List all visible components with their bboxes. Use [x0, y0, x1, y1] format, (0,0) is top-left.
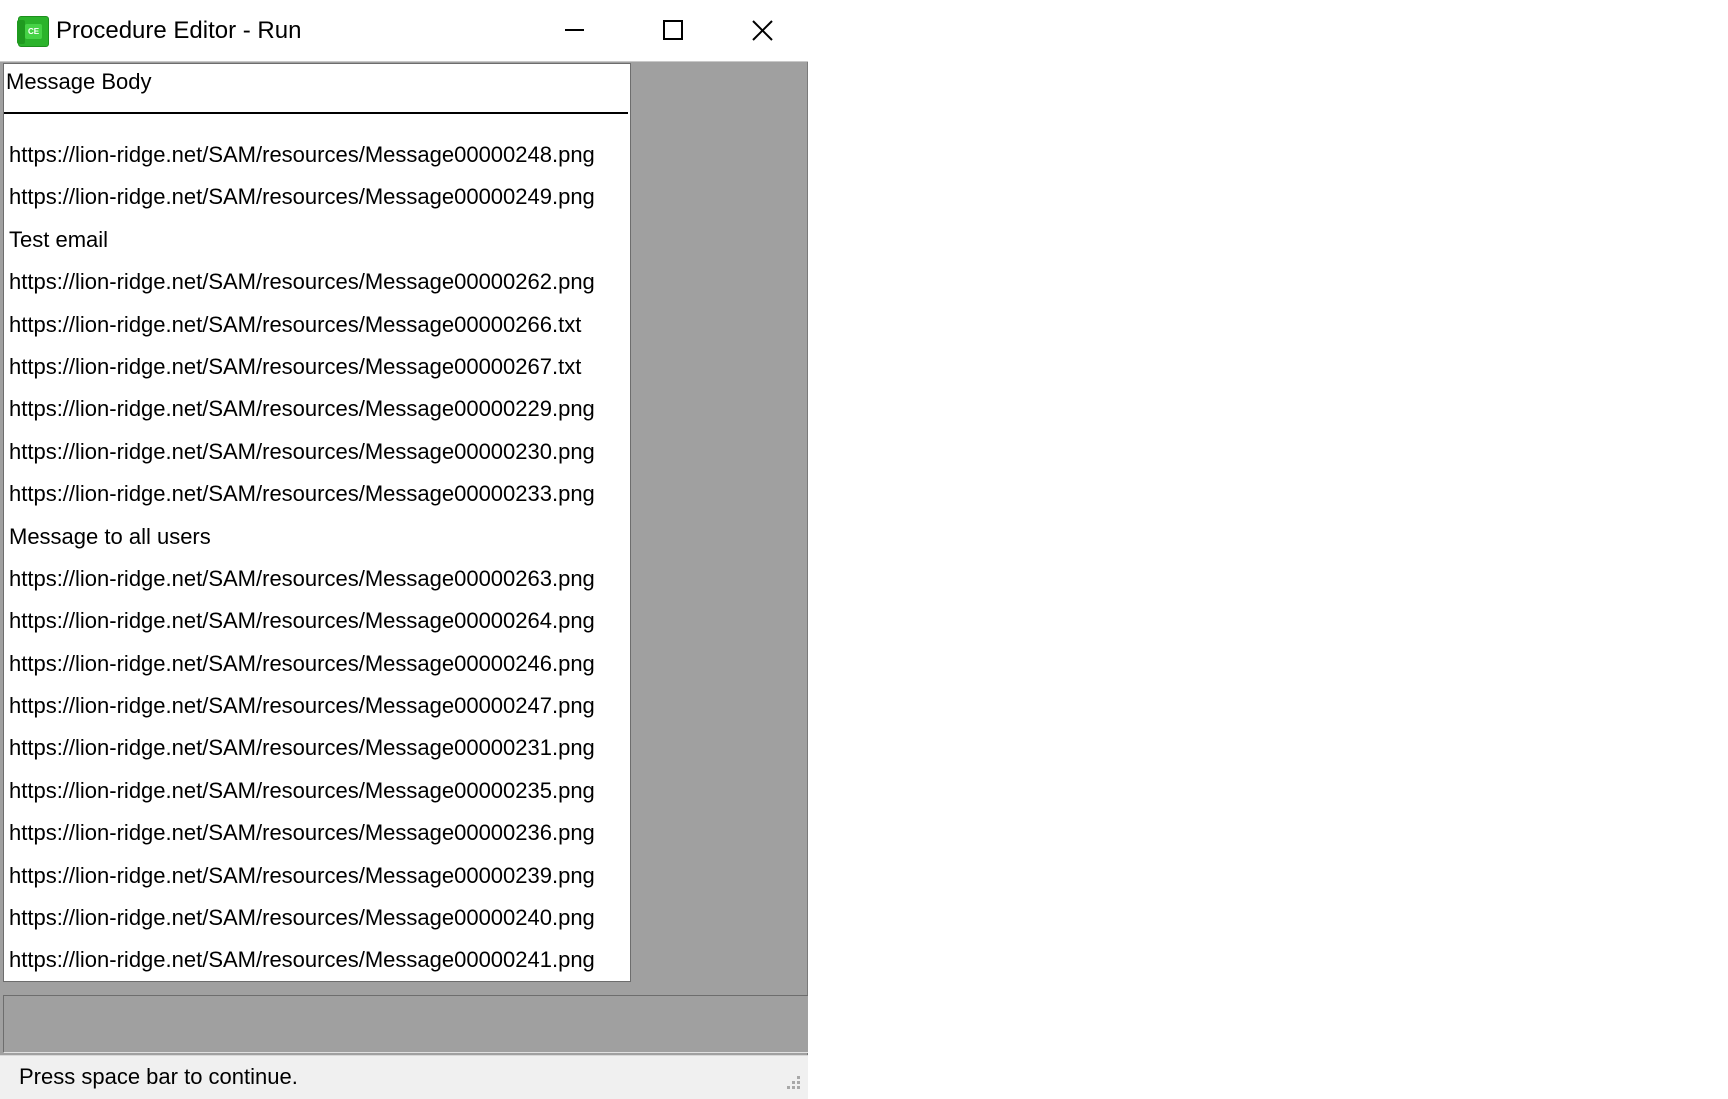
maximize-button[interactable] — [620, 0, 712, 60]
close-icon — [752, 20, 773, 41]
close-button[interactable] — [712, 0, 804, 60]
list-item[interactable]: https://lion-ridge.net/SAM/resources/Mes… — [4, 939, 628, 981]
list-items: https://lion-ridge.net/SAM/resources/Mes… — [4, 114, 628, 981]
list-item[interactable]: https://lion-ridge.net/SAM/resources/Mes… — [4, 897, 628, 939]
list-item[interactable]: https://lion-ridge.net/SAM/resources/Mes… — [4, 812, 628, 854]
list-item[interactable]: https://lion-ridge.net/SAM/resources/Mes… — [4, 304, 628, 346]
list-column-header[interactable]: Message Body — [4, 64, 628, 114]
list-item[interactable]: https://lion-ridge.net/SAM/resources/Mes… — [4, 855, 628, 897]
list-item[interactable]: https://lion-ridge.net/SAM/resources/Mes… — [4, 346, 628, 388]
window-title: Procedure Editor - Run — [56, 17, 302, 44]
list-item[interactable]: Test email — [4, 219, 628, 261]
list-item[interactable]: https://lion-ridge.net/SAM/resources/Mes… — [4, 600, 628, 642]
status-text: Press space bar to continue. — [19, 1064, 298, 1089]
message-body-listbox[interactable]: Message Body https://lion-ridge.net/SAM/… — [3, 63, 631, 982]
list-item[interactable]: Message to all users — [4, 516, 628, 558]
input-area[interactable] — [3, 995, 808, 1053]
title-bar[interactable]: CE Procedure Editor - Run — [0, 0, 808, 62]
list-item[interactable]: https://lion-ridge.net/SAM/resources/Mes… — [4, 388, 628, 430]
list-item[interactable]: https://lion-ridge.net/SAM/resources/Mes… — [4, 770, 628, 812]
list-item[interactable]: https://lion-ridge.net/SAM/resources/Mes… — [4, 727, 628, 769]
list-item[interactable]: https://lion-ridge.net/SAM/resources/Mes… — [4, 558, 628, 600]
list-item[interactable]: https://lion-ridge.net/SAM/resources/Mes… — [4, 643, 628, 685]
list-item[interactable]: https://lion-ridge.net/SAM/resources/Mes… — [4, 685, 628, 727]
status-bar: Press space bar to continue. — [0, 1055, 808, 1099]
resize-grip-icon[interactable] — [784, 1073, 802, 1091]
list-item[interactable]: https://lion-ridge.net/SAM/resources/Mes… — [4, 176, 628, 218]
list-item[interactable]: https://lion-ridge.net/SAM/resources/Mes… — [4, 134, 628, 176]
list-header-label: Message Body — [6, 69, 152, 94]
minimize-icon — [565, 29, 584, 31]
list-item[interactable]: https://lion-ridge.net/SAM/resources/Mes… — [4, 431, 628, 473]
minimize-button[interactable] — [528, 0, 620, 60]
app-icon-glyph: CE — [25, 24, 42, 39]
app-icon: CE — [17, 16, 49, 47]
list-item[interactable]: https://lion-ridge.net/SAM/resources/Mes… — [4, 473, 628, 515]
procedure-editor-window: CE Procedure Editor - Run Message Body h… — [0, 0, 808, 1099]
maximize-icon — [663, 20, 683, 40]
list-item[interactable]: https://lion-ridge.net/SAM/resources/Mes… — [4, 261, 628, 303]
